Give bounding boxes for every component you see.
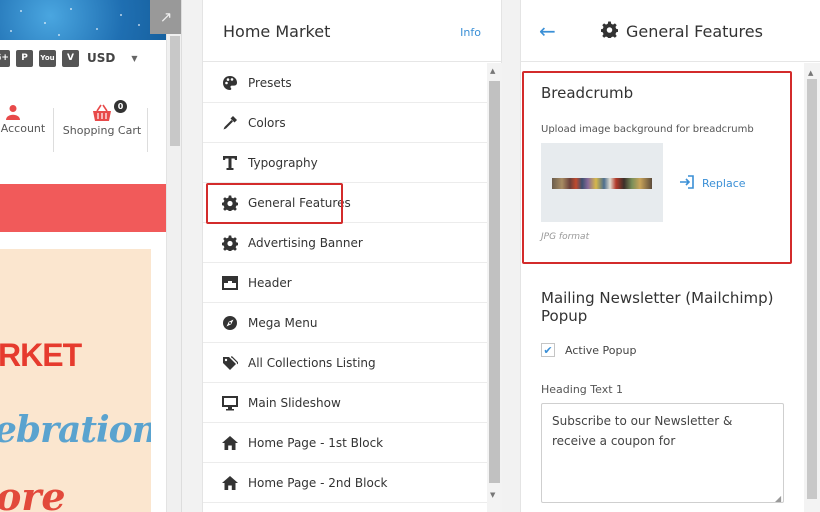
menu-item-label: Mega Menu	[248, 315, 318, 330]
menu-item-advertising-banner[interactable]: Advertising Banner	[203, 223, 487, 263]
header-icon	[221, 274, 239, 292]
scroll-down-icon[interactable]: ▼	[490, 491, 495, 499]
menu-item-all-collections-listing[interactable]: All Collections Listing	[203, 343, 487, 383]
cart-link[interactable]: 0 Shopping Cart	[62, 100, 142, 137]
pinterest-icon[interactable]: P	[16, 49, 33, 67]
panel-title: General Features	[626, 22, 763, 41]
compass-icon	[221, 314, 239, 332]
menu-item-colors[interactable]: Colors	[203, 103, 487, 143]
user-icon	[6, 105, 20, 120]
panel-header: ← General Features	[521, 0, 820, 62]
vimeo-icon[interactable]: V	[62, 49, 79, 67]
newsletter-section-title: Mailing Newsletter (Mailchimp) Popup	[541, 289, 774, 325]
menu-item-presets[interactable]: Presets	[203, 63, 487, 103]
youtube-icon[interactable]: You	[39, 49, 56, 67]
panel-title-group: General Features	[601, 21, 763, 42]
selection-highlight	[206, 183, 343, 224]
home-icon	[221, 474, 239, 492]
menu-item-header[interactable]: Header	[203, 263, 487, 303]
resize-handle-icon[interactable]: ◢	[775, 494, 781, 503]
settings-menu-panel: Home Market Info Presets Colors Typograp…	[202, 0, 502, 512]
menu-item-label: Main Slideshow	[248, 395, 341, 410]
panel-scrollbar[interactable]: ▲	[804, 63, 820, 512]
preview-scrollbar[interactable]	[166, 34, 181, 512]
expand-preview-button[interactable]: ↗	[150, 0, 181, 34]
monitor-icon	[221, 394, 239, 412]
palette-icon	[221, 74, 239, 92]
divider	[53, 108, 54, 152]
cart-count-badge: 0	[114, 100, 127, 113]
typography-icon	[221, 154, 239, 172]
chevron-down-icon[interactable]: ▼	[131, 54, 137, 63]
poster-headline: RKET	[0, 337, 82, 373]
active-popup-option[interactable]: ✔ Active Popup	[541, 343, 636, 357]
promo-bar	[0, 184, 166, 232]
menu-scrollbar[interactable]: ▲ ▼	[487, 63, 502, 512]
storefront-preview: ↗ G+ P You V USD ▼ Account 0	[0, 0, 182, 512]
scroll-up-icon[interactable]: ▲	[808, 69, 813, 77]
menu-item-label: Home Page - 2nd Block	[248, 475, 388, 490]
divider	[147, 108, 148, 152]
menu-item-label: Presets	[248, 75, 292, 90]
poster-subheadline: ebration	[0, 409, 151, 451]
shopping-basket-icon	[93, 104, 111, 121]
active-popup-checkbox[interactable]: ✔	[541, 343, 555, 357]
tags-icon	[221, 354, 239, 372]
currency-selector[interactable]: USD	[87, 51, 115, 65]
heading-text-label: Heading Text 1	[541, 383, 624, 396]
active-popup-label: Active Popup	[565, 343, 637, 357]
scrollbar-thumb[interactable]	[489, 81, 500, 483]
back-arrow-icon[interactable]: ←	[539, 19, 556, 43]
social-links: G+ P You V USD ▼	[0, 48, 138, 68]
eyedropper-icon	[221, 114, 239, 132]
header-links: Account 0 Shopping Cart	[0, 100, 160, 154]
home-icon	[221, 434, 239, 452]
account-label: Account	[0, 122, 46, 135]
google-plus-icon[interactable]: G+	[0, 49, 10, 67]
menu-item-label: Home Page - 1st Block	[248, 435, 384, 450]
menu-item-label: Typography	[248, 155, 318, 170]
cart-label: Shopping Cart	[62, 124, 142, 137]
scrollbar-thumb[interactable]	[170, 36, 180, 146]
theme-editor: ↗ G+ P You V USD ▼ Account 0	[0, 0, 820, 512]
preview-top-banner	[0, 0, 168, 40]
menu-item-home-page-2nd-block[interactable]: Home Page - 2nd Block	[203, 463, 487, 503]
theme-title: Home Market	[223, 22, 331, 41]
menu-item-label: Colors	[248, 115, 286, 130]
menu-item-label: Header	[248, 275, 292, 290]
menu-item-typography[interactable]: Typography	[203, 143, 487, 183]
gear-icon	[221, 234, 239, 252]
scrollbar-thumb[interactable]	[807, 79, 817, 499]
menu-item-mega-menu[interactable]: Mega Menu	[203, 303, 487, 343]
breadcrumb-highlight	[522, 71, 792, 264]
menu-header: Home Market Info	[203, 0, 501, 62]
expand-arrow-icon: ↗	[159, 8, 173, 26]
settings-menu-list: Presets Colors Typography General Featur…	[203, 63, 487, 503]
menu-item-label: All Collections Listing	[248, 355, 376, 370]
heading-text-field[interactable]: Subscribe to our Newsletter & receive a …	[541, 403, 784, 503]
gear-icon	[601, 21, 618, 42]
menu-item-main-slideshow[interactable]: Main Slideshow	[203, 383, 487, 423]
info-link[interactable]: Info	[460, 26, 481, 39]
scroll-up-icon[interactable]: ▲	[490, 67, 495, 75]
promo-poster[interactable]: RKET ebration ore	[0, 249, 151, 512]
account-link[interactable]: Account	[0, 104, 46, 135]
menu-item-home-page-1st-block[interactable]: Home Page - 1st Block	[203, 423, 487, 463]
menu-item-label: Advertising Banner	[248, 235, 363, 250]
poster-tagline: ore	[0, 474, 66, 512]
